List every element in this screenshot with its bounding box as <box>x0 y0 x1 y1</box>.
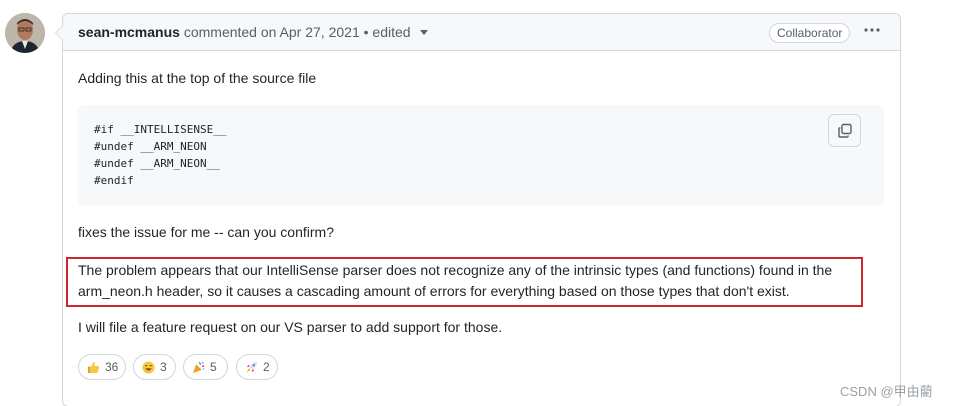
code-line: #undef __ARM_NEON__ <box>94 157 220 170</box>
copy-button[interactable] <box>828 114 861 147</box>
reaction-count: 3 <box>160 360 167 374</box>
author-avatar[interactable] <box>5 13 45 53</box>
highlighted-line-1: The problem appears that our IntelliSens… <box>78 262 833 278</box>
reaction-count: 36 <box>105 360 119 374</box>
comment-meta[interactable]: commented on Apr 27, 2021 • edited <box>184 24 411 40</box>
copy-icon <box>838 123 852 138</box>
person-avatar-image <box>5 13 45 53</box>
reaction-count: 2 <box>263 360 270 374</box>
code-line: #if __INTELLISENSE__ <box>94 123 227 136</box>
comment-header: sean-mcmanus commented on Apr 27, 2021 •… <box>63 14 900 51</box>
comment-box: sean-mcmanus commented on Apr 27, 2021 •… <box>55 13 901 406</box>
smile-icon <box>142 361 155 374</box>
kebab-horizontal-icon[interactable] <box>863 22 881 42</box>
code-block: #if __INTELLISENSE__ #undef __ARM_NEON #… <box>78 105 884 206</box>
code-line: #undef __ARM_NEON <box>94 140 207 153</box>
reaction-rocket[interactable]: 2 <box>236 354 278 380</box>
reaction-count: 5 <box>210 360 217 374</box>
comment-header-line: sean-mcmanus commented on Apr 27, 2021 •… <box>78 24 429 40</box>
collaborator-badge: Collaborator <box>769 23 851 43</box>
author-link[interactable]: sean-mcmanus <box>78 24 180 40</box>
thumbs-up-icon <box>87 361 100 374</box>
comment-paragraph-1: Adding this at the top of the source fil… <box>78 70 317 86</box>
comment-paragraph-2: fixes the issue for me -- can you confir… <box>78 224 334 240</box>
watermark: CSDN @甲由藺 <box>840 384 933 399</box>
rocket-icon <box>246 361 258 373</box>
code-line: #endif <box>94 174 134 187</box>
reaction-tada[interactable]: 5 <box>183 354 228 380</box>
comment-paragraph-4: I will file a feature request on our VS … <box>78 319 503 335</box>
edited-dropdown-icon[interactable] <box>420 29 429 35</box>
highlighted-line-2: arm_neon.h header, so it causes a cascad… <box>78 283 790 299</box>
tada-icon <box>192 361 205 374</box>
reaction-thumbs-up[interactable]: 36 <box>78 354 126 380</box>
reaction-smile[interactable]: 3 <box>133 354 176 380</box>
